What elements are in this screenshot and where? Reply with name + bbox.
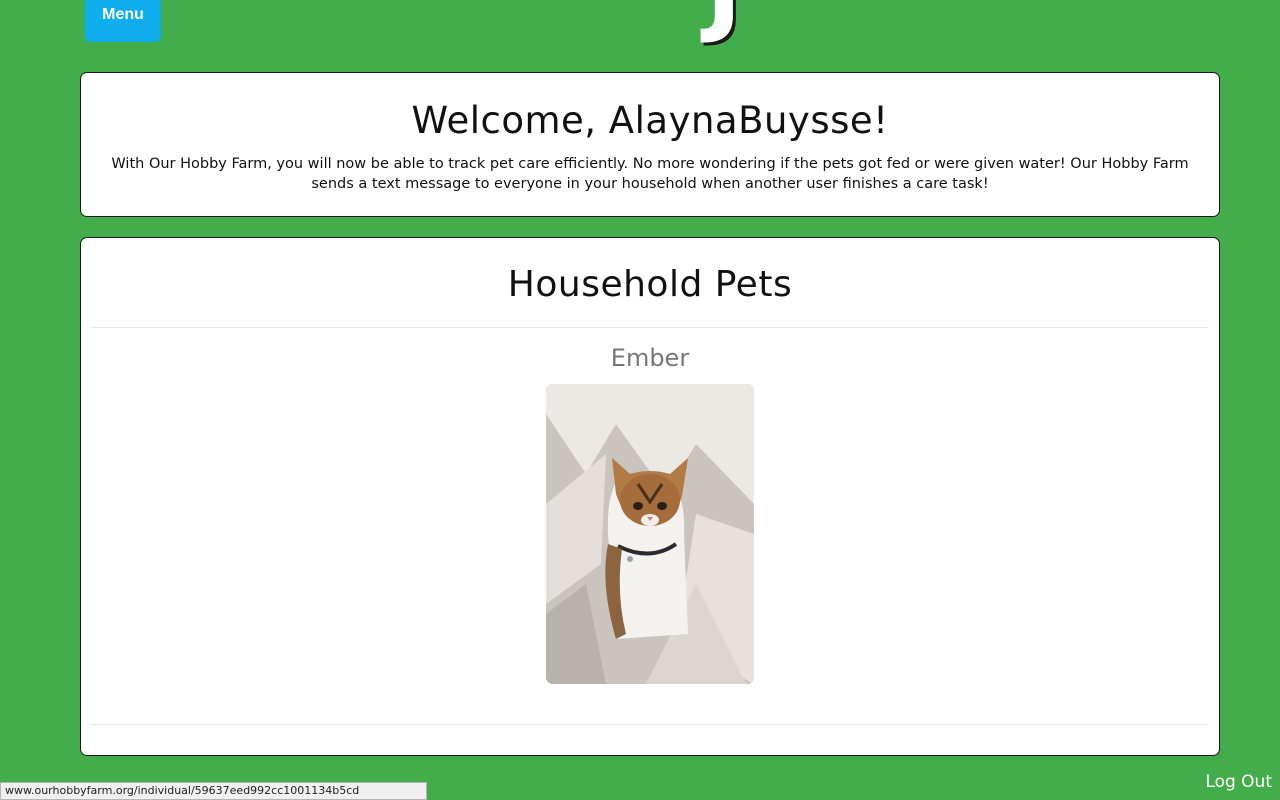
welcome-title: Welcome, AlaynaBuysse! bbox=[411, 99, 889, 142]
pet-photo[interactable] bbox=[546, 384, 754, 684]
pets-section-title: Household Pets bbox=[507, 264, 793, 305]
welcome-message: With Our Hobby Farm, you will now be abl… bbox=[111, 156, 1189, 192]
cat-photo-image bbox=[546, 384, 754, 684]
logout-link[interactable]: Log Out bbox=[1205, 772, 1272, 792]
welcome-card: Welcome, AlaynaBuysse! With Our Hobby Fa… bbox=[80, 72, 1220, 217]
site-logo[interactable]: J bbox=[706, 0, 742, 38]
divider bbox=[91, 327, 1209, 328]
pet-name[interactable]: Ember bbox=[81, 344, 1219, 372]
status-bar-url: www.ourhobbyfarm.org/individual/59637eed… bbox=[0, 782, 427, 800]
household-pets-card: Household Pets Ember bbox=[80, 237, 1220, 756]
divider bbox=[91, 724, 1209, 725]
menu-button[interactable]: Menu bbox=[85, 0, 161, 42]
